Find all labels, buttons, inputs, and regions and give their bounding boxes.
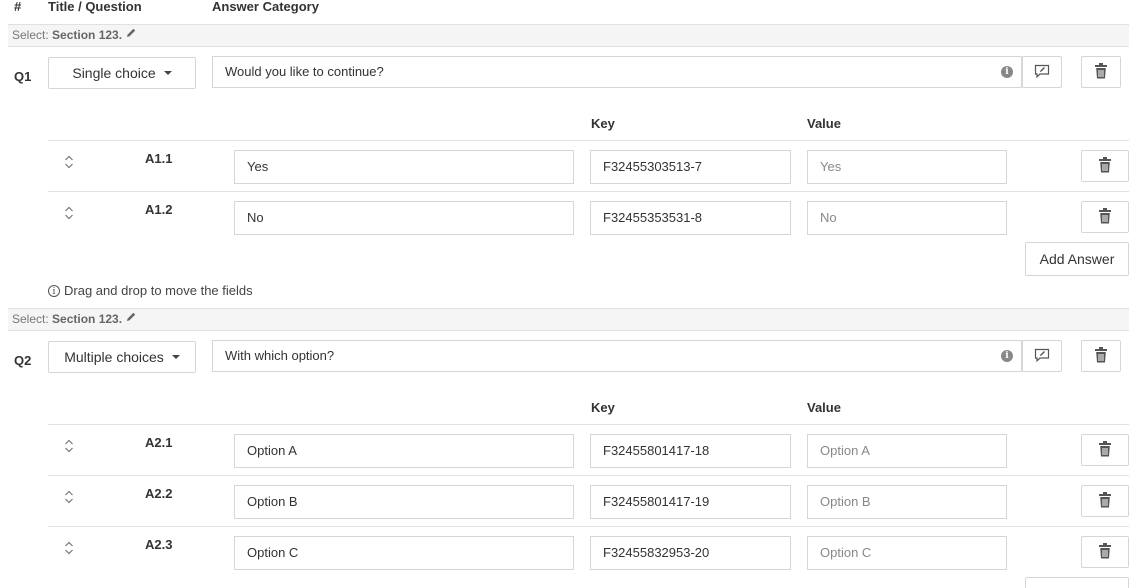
answer-key-input[interactable]: F32455303513-7: [590, 150, 791, 184]
answer-row: A1.1 Yes F32455303513-7 Yes: [48, 140, 1129, 191]
question-type-label: Multiple choices: [64, 349, 164, 365]
delete-answer-button[interactable]: [1081, 201, 1129, 233]
drag-handle-icon[interactable]: [64, 206, 74, 223]
answer-key-input[interactable]: F32455353531-8: [590, 201, 791, 235]
answer-text-input[interactable]: Option C: [234, 536, 574, 570]
chevron-down-icon: [163, 71, 172, 75]
answer-label: A2.1: [145, 435, 173, 450]
question-text: Would you like to continue?: [225, 64, 384, 79]
section-bar: Select: Section 123.: [8, 24, 1129, 47]
answer-label: A1.2: [145, 202, 173, 217]
question-text-input[interactable]: Would you like to continue? i: [212, 56, 1022, 88]
answer-text-input[interactable]: Option B: [234, 485, 574, 519]
trash-icon: [1095, 62, 1107, 82]
trash-icon: [1099, 542, 1111, 562]
answer-value-input[interactable]: Option A: [807, 434, 1007, 468]
drag-handle-icon[interactable]: [64, 490, 74, 507]
answer-text-input[interactable]: Option A: [234, 434, 574, 468]
question-type-label: Single choice: [72, 65, 156, 81]
hint-text: Drag and drop to move the fields: [64, 283, 253, 298]
chevron-down-icon: [171, 355, 180, 359]
drag-handle-icon[interactable]: [64, 439, 74, 456]
delete-answer-button[interactable]: [1081, 485, 1129, 517]
comment-button[interactable]: [1022, 56, 1062, 88]
info-icon[interactable]: i: [1001, 66, 1013, 78]
answer-value-input[interactable]: Option B: [807, 485, 1007, 519]
section-prefix: Select:: [12, 312, 49, 326]
header-title: Title / Question: [48, 0, 142, 14]
pencil-icon[interactable]: [125, 25, 137, 46]
drag-drop-hint: i Drag and drop to move the fields: [48, 283, 253, 298]
answer-value-input[interactable]: Yes: [807, 150, 1007, 184]
section-bar: Select: Section 123.: [8, 308, 1129, 331]
answer-text-input[interactable]: No: [234, 201, 574, 235]
answer-label: A2.2: [145, 486, 173, 501]
answer-row: A2.1 Option A F32455801417-18 Option A: [48, 424, 1129, 475]
header-num: #: [14, 0, 22, 14]
trash-icon: [1099, 207, 1111, 227]
delete-question-button[interactable]: [1081, 340, 1121, 372]
pencil-icon[interactable]: [125, 309, 137, 330]
answer-value-input[interactable]: Option C: [807, 536, 1007, 570]
trash-icon: [1099, 491, 1111, 511]
delete-answer-button[interactable]: [1081, 434, 1129, 466]
answer-key-input[interactable]: F32455801417-18: [590, 434, 791, 468]
trash-icon: [1099, 156, 1111, 176]
delete-answer-button[interactable]: [1081, 536, 1129, 568]
answer-row: A2.3 Option C F32455832953-20 Option C: [48, 526, 1129, 577]
question-number: Q2: [14, 353, 32, 368]
answer-row: A1.2 No F32455353531-8 No: [48, 191, 1129, 242]
delete-question-button[interactable]: [1081, 56, 1121, 88]
drag-handle-icon[interactable]: [64, 155, 74, 172]
add-answer-button[interactable]: Add Answer: [1025, 242, 1129, 276]
question-type-select[interactable]: Multiple choices: [48, 341, 196, 373]
drag-handle-icon[interactable]: [64, 541, 74, 558]
add-answer-button-partial[interactable]: [1025, 577, 1129, 588]
answer-value-input[interactable]: No: [807, 201, 1007, 235]
column-value-header: Value: [807, 400, 841, 415]
answer-key-input[interactable]: F32455832953-20: [590, 536, 791, 570]
trash-icon: [1095, 346, 1107, 366]
answer-row: A2.2 Option B F32455801417-19 Option B: [48, 475, 1129, 526]
trash-icon: [1099, 440, 1111, 460]
header-category: Answer Category: [212, 0, 319, 14]
comment-button[interactable]: [1022, 340, 1062, 372]
question-number: Q1: [14, 69, 32, 84]
info-icon[interactable]: i: [1001, 350, 1013, 362]
question-text-input[interactable]: With which option? i: [212, 340, 1022, 372]
section-name: Section 123.: [52, 28, 123, 42]
delete-answer-button[interactable]: [1081, 150, 1129, 182]
column-key-header: Key: [591, 116, 615, 131]
answer-key-input[interactable]: F32455801417-19: [590, 485, 791, 519]
answer-label: A2.3: [145, 537, 173, 552]
info-circle-icon: i: [48, 284, 60, 297]
comment-edit-icon: [1034, 64, 1050, 81]
column-value-header: Value: [807, 116, 841, 131]
question-type-select[interactable]: Single choice: [48, 57, 196, 89]
column-key-header: Key: [591, 400, 615, 415]
section-name: Section 123.: [52, 312, 123, 326]
answer-label: A1.1: [145, 151, 173, 166]
comment-edit-icon: [1034, 348, 1050, 365]
section-prefix: Select:: [12, 28, 49, 42]
answer-text-input[interactable]: Yes: [234, 150, 574, 184]
question-text: With which option?: [225, 348, 335, 363]
